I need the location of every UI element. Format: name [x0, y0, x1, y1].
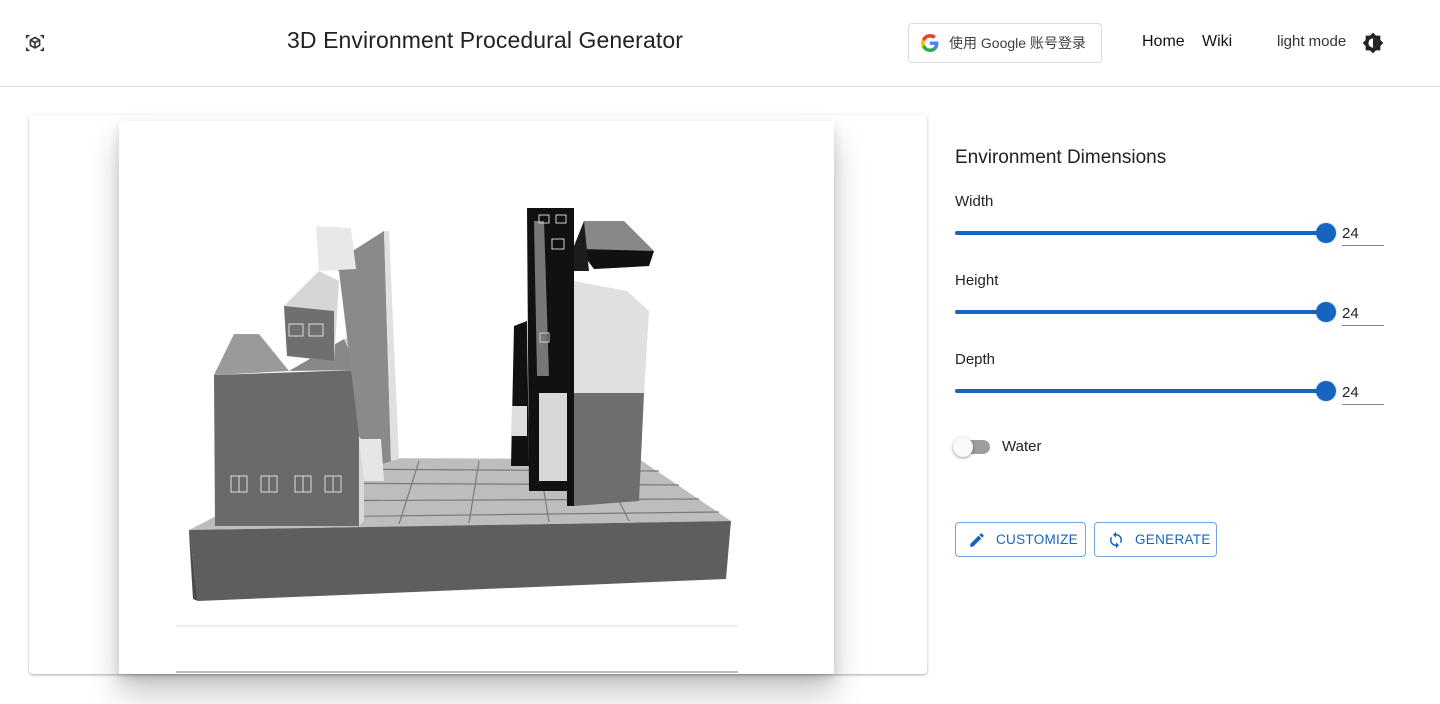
water-toggle-knob: [953, 437, 973, 457]
height-label: Height: [955, 272, 999, 289]
pencil-icon: [970, 532, 984, 547]
depth-label: Depth: [955, 351, 996, 368]
customize-label: CUSTOMIZE: [996, 532, 1078, 547]
depth-slider-track[interactable]: [955, 389, 1326, 393]
depth-input[interactable]: [1342, 380, 1384, 405]
google-g-icon: [921, 34, 939, 52]
width-slider-track[interactable]: [955, 231, 1326, 235]
depth-slider-thumb[interactable]: [1316, 381, 1336, 401]
app-header: 3D Environment Procedural Generator 使用 G…: [0, 0, 1440, 87]
water-toggle[interactable]: [953, 437, 991, 457]
customize-button[interactable]: CUSTOMIZE: [955, 522, 1086, 557]
panel-title: Environment Dimensions: [955, 147, 1167, 168]
google-signin-button[interactable]: 使用 Google 账号登录: [908, 23, 1102, 63]
generate-button[interactable]: GENERATE: [1094, 522, 1217, 557]
generate-label: GENERATE: [1135, 532, 1211, 547]
theme-mode-label: light mode: [1277, 33, 1347, 50]
height-slider-thumb[interactable]: [1316, 302, 1336, 322]
water-label: Water: [1002, 438, 1042, 455]
height-slider-track[interactable]: [955, 310, 1326, 314]
3d-scene[interactable]: [119, 121, 834, 674]
height-input[interactable]: [1342, 301, 1384, 326]
nav-wiki-link[interactable]: Wiki: [1202, 33, 1232, 51]
width-slider-thumb[interactable]: [1316, 223, 1336, 243]
brightness-toggle-icon[interactable]: [1362, 32, 1384, 54]
width-label: Width: [955, 193, 994, 210]
cube-logo-icon[interactable]: [24, 32, 46, 54]
nav-home-link[interactable]: Home: [1142, 33, 1185, 51]
google-signin-label: 使用 Google 账号登录: [949, 35, 1086, 51]
sync-icon: [1110, 531, 1122, 548]
page-title: 3D Environment Procedural Generator: [287, 27, 683, 53]
3d-viewport[interactable]: [119, 121, 834, 674]
width-input[interactable]: [1342, 221, 1384, 246]
